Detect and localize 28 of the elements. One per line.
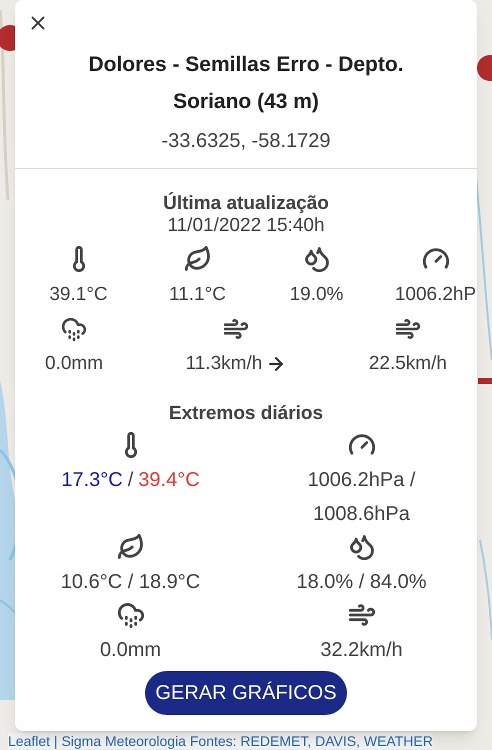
- section-heading: Última atualização: [163, 193, 329, 215]
- reading-value: 22.5km/h: [368, 352, 447, 376]
- station-title: Dolores - Semillas Erro - Depto. Soriano (43 m): [87, 52, 405, 115]
- extreme-value: 32.2km/h: [320, 638, 403, 662]
- timestamp-text: 11/01/2022 15:40h: [167, 215, 325, 237]
- leaf-icon: [116, 532, 144, 560]
- reading-value: 11.1°C: [169, 283, 226, 307]
- extreme-value: 1006.2hPa / 1008.6hPa: [306, 468, 416, 526]
- reading-value: 1006.2hP: [394, 283, 476, 307]
- section-heading: Extremos diários: [168, 402, 324, 426]
- extreme-value: /: [128, 468, 134, 492]
- extreme-value: 0.0mm: [100, 638, 162, 662]
- reading-value: 0.0mm: [45, 352, 104, 376]
- leaf-icon: [184, 245, 212, 273]
- extreme-value: 10.6°C / 18.9°C: [60, 570, 200, 594]
- rain-cloud-icon: [116, 600, 144, 628]
- attribution-text: Leaflet | Sigma Meteorologia Fontes: REDEMET, DAVIS, WEATHER: [8, 733, 433, 749]
- extreme-value: 18.0% / 84.0%: [296, 570, 427, 594]
- droplets-icon: [302, 245, 330, 273]
- reading-value: 19.0%: [290, 283, 344, 307]
- generate-charts-button[interactable]: GERAR GRÁFICOS: [145, 670, 347, 714]
- reading-value: 11.3km/h: [186, 352, 262, 376]
- extreme-value: 39.4°C: [138, 468, 200, 492]
- extreme-value: 17.3°C: [61, 468, 123, 492]
- droplets-icon: [348, 532, 376, 560]
- reading-value: 39.1°C: [49, 283, 108, 307]
- rain-cloud-icon: [61, 316, 88, 342]
- coordinates-text: -33.6325, -58.1729: [161, 129, 331, 154]
